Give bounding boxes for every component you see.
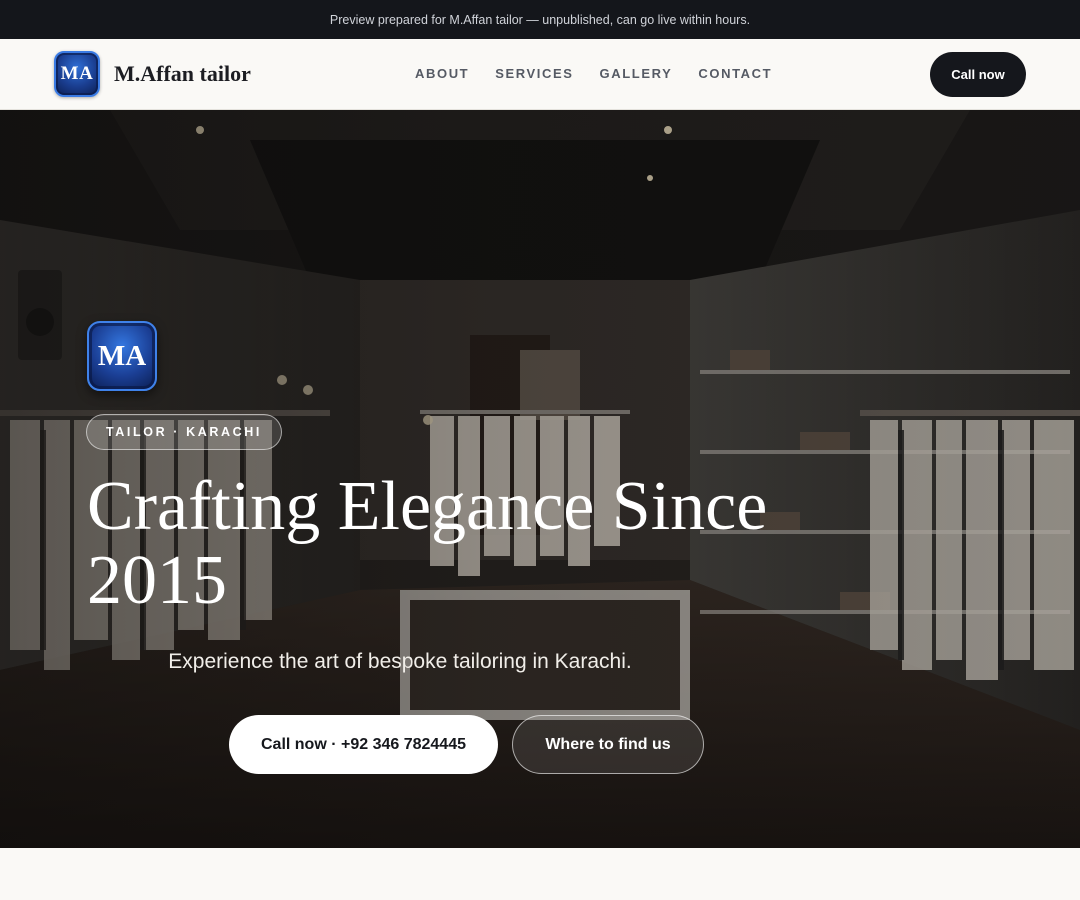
nav-link-contact[interactable]: CONTACT (698, 66, 772, 81)
hero-logo-badge: MA (87, 321, 157, 391)
brand[interactable]: MA M.Affan tailor (54, 51, 251, 97)
nav-link-about[interactable]: ABOUT (415, 66, 469, 81)
brand-name: M.Affan tailor (114, 61, 251, 86)
site-header: MA M.Affan tailor ABOUT SERVICES GALLERY… (0, 39, 1080, 110)
next-section (0, 848, 1080, 900)
header-call-button[interactable]: Call now (930, 52, 1026, 97)
preview-banner: Preview prepared for M.Affan tailor — un… (0, 0, 1080, 39)
nav-link-services[interactable]: SERVICES (495, 66, 573, 81)
hero-section: MA TAILOR · KARACHI Crafting Elegance Si… (0, 110, 1080, 848)
logo-badge: MA (54, 51, 100, 97)
hero-title: Crafting Elegance Since 2015 (87, 468, 768, 619)
hero-tag-pill: TAILOR · KARACHI (86, 414, 282, 450)
hero-subtitle: Experience the art of bespoke tailoring … (168, 650, 632, 673)
nav-link-gallery[interactable]: GALLERY (600, 66, 673, 81)
preview-banner-text: Preview prepared for M.Affan tailor — un… (329, 12, 751, 27)
hero-find-us-button[interactable]: Where to find us (512, 715, 704, 774)
hero-call-button[interactable]: Call now · +92 346 7824445 (229, 715, 498, 774)
main-nav: ABOUT SERVICES GALLERY CONTACT (415, 66, 798, 81)
